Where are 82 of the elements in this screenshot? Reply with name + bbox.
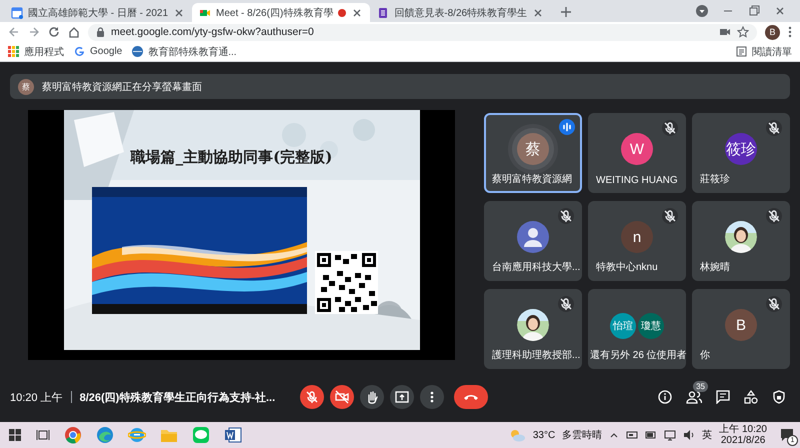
reading-list-button[interactable]: 閱讀清單 bbox=[736, 44, 792, 58]
document-icon[interactable] bbox=[224, 426, 242, 444]
home-icon[interactable] bbox=[68, 26, 80, 38]
info-icon[interactable] bbox=[658, 390, 672, 404]
calendar-icon bbox=[11, 6, 23, 18]
apps-grid-icon bbox=[8, 46, 19, 57]
temperature: 33°C bbox=[532, 430, 556, 440]
reload-icon[interactable] bbox=[48, 26, 60, 38]
browser-tab[interactable]: 國立高雄師範大學 - 日曆 - 2021 bbox=[4, 3, 192, 22]
camera-off-icon bbox=[335, 390, 349, 404]
bookmark[interactable]: 教育部特殊教育通... bbox=[132, 44, 237, 58]
participant-count: 35 bbox=[693, 381, 708, 392]
globe-icon bbox=[132, 46, 144, 57]
battery-icon[interactable] bbox=[645, 429, 658, 441]
profile-avatar[interactable]: B bbox=[765, 24, 780, 40]
participant-name: 護理科助理教授部... bbox=[492, 348, 580, 362]
more-icon[interactable] bbox=[788, 26, 792, 38]
more-options-button[interactable] bbox=[420, 385, 444, 409]
people-icon[interactable] bbox=[686, 390, 702, 404]
avatar: 蔡 bbox=[18, 78, 34, 94]
participant-name: 還有另外 26 位使用者 bbox=[590, 348, 684, 362]
reading-list-icon bbox=[736, 46, 747, 57]
g-logo-icon bbox=[74, 46, 85, 57]
bookmark[interactable]: 應用程式 bbox=[8, 44, 64, 58]
hang-up-icon bbox=[463, 392, 479, 402]
mic-off-icon bbox=[305, 390, 319, 404]
start-icon[interactable] bbox=[8, 428, 22, 442]
ring-logo-icon[interactable] bbox=[64, 426, 82, 444]
shapes-icon[interactable] bbox=[744, 390, 758, 404]
meeting-title: 8/26(四)特殊教育學生正向行為支持-社... bbox=[80, 390, 276, 404]
chat-icon[interactable] bbox=[716, 390, 730, 404]
weather-text: 多雲時晴 bbox=[562, 428, 602, 442]
e-logo-icon[interactable] bbox=[128, 426, 146, 444]
close-icon[interactable] bbox=[351, 6, 364, 18]
forward-icon[interactable] bbox=[28, 26, 40, 38]
task-view-icon[interactable] bbox=[36, 428, 50, 442]
lock-icon bbox=[96, 27, 105, 37]
participant-name: 蔡明富特教資源網 bbox=[492, 172, 572, 186]
participant-name: 林婉晴 bbox=[700, 260, 730, 274]
dropdown-icon[interactable] bbox=[696, 5, 708, 17]
avatar: B bbox=[725, 309, 757, 341]
more-icon bbox=[430, 391, 434, 403]
participant-name: WEITING HUANG bbox=[596, 175, 678, 186]
participant-name: 特教中心nknu bbox=[596, 260, 658, 274]
camera-button[interactable] bbox=[330, 385, 354, 409]
avatar: 蔡 bbox=[517, 133, 549, 165]
participant-name: 台南應用科技大學... bbox=[492, 260, 580, 274]
new-tab-icon[interactable] bbox=[559, 5, 574, 19]
browser-tab[interactable]: 回饋意見表-8/26特殊教育學生 bbox=[370, 3, 552, 22]
close-icon[interactable] bbox=[532, 6, 544, 18]
avatar: 筱珍 bbox=[725, 133, 757, 165]
wave-logo-icon[interactable] bbox=[96, 426, 114, 444]
present-icon bbox=[395, 390, 409, 404]
avatar: n bbox=[621, 221, 653, 253]
close-icon[interactable] bbox=[173, 6, 186, 18]
avatar: W bbox=[621, 133, 653, 165]
monitor-icon[interactable] bbox=[664, 429, 676, 441]
bookmark[interactable]: Google bbox=[74, 46, 122, 57]
shield-icon[interactable] bbox=[772, 390, 786, 404]
close-icon[interactable] bbox=[774, 5, 786, 17]
clock[interactable]: 上午 10:20 2021/8/26 bbox=[719, 424, 767, 446]
restore-icon[interactable] bbox=[748, 5, 760, 17]
camera-icon[interactable] bbox=[719, 26, 731, 38]
speaker-icon[interactable] bbox=[683, 429, 696, 441]
browser-tab[interactable]: Meet - 8/26(四)特殊教育學 bbox=[192, 3, 370, 22]
input-method[interactable]: 英 bbox=[702, 428, 712, 442]
form-icon bbox=[377, 6, 390, 18]
avatar: 怡瑄 bbox=[610, 313, 636, 339]
participant-name: 莊筱珍 bbox=[700, 172, 730, 186]
meeting-time: 10:20 上午 bbox=[10, 390, 63, 404]
star-icon[interactable] bbox=[737, 26, 749, 38]
microphone-button[interactable] bbox=[300, 385, 324, 409]
participant-name: 你 bbox=[700, 349, 710, 362]
network-icon[interactable] bbox=[626, 429, 638, 441]
banner-text: 蔡明富特教資源網正在分享螢幕畫面 bbox=[42, 80, 202, 94]
address-bar[interactable]: meet.google.com/yty-gsfw-okw?authuser=0 bbox=[88, 24, 757, 40]
avatar: 瓊慧 bbox=[638, 313, 664, 339]
present-button[interactable] bbox=[390, 385, 414, 409]
back-icon[interactable] bbox=[8, 26, 20, 38]
leave-call-button[interactable] bbox=[454, 385, 488, 409]
raise-hand-button[interactable] bbox=[360, 385, 384, 409]
speaking-icon bbox=[559, 119, 575, 135]
